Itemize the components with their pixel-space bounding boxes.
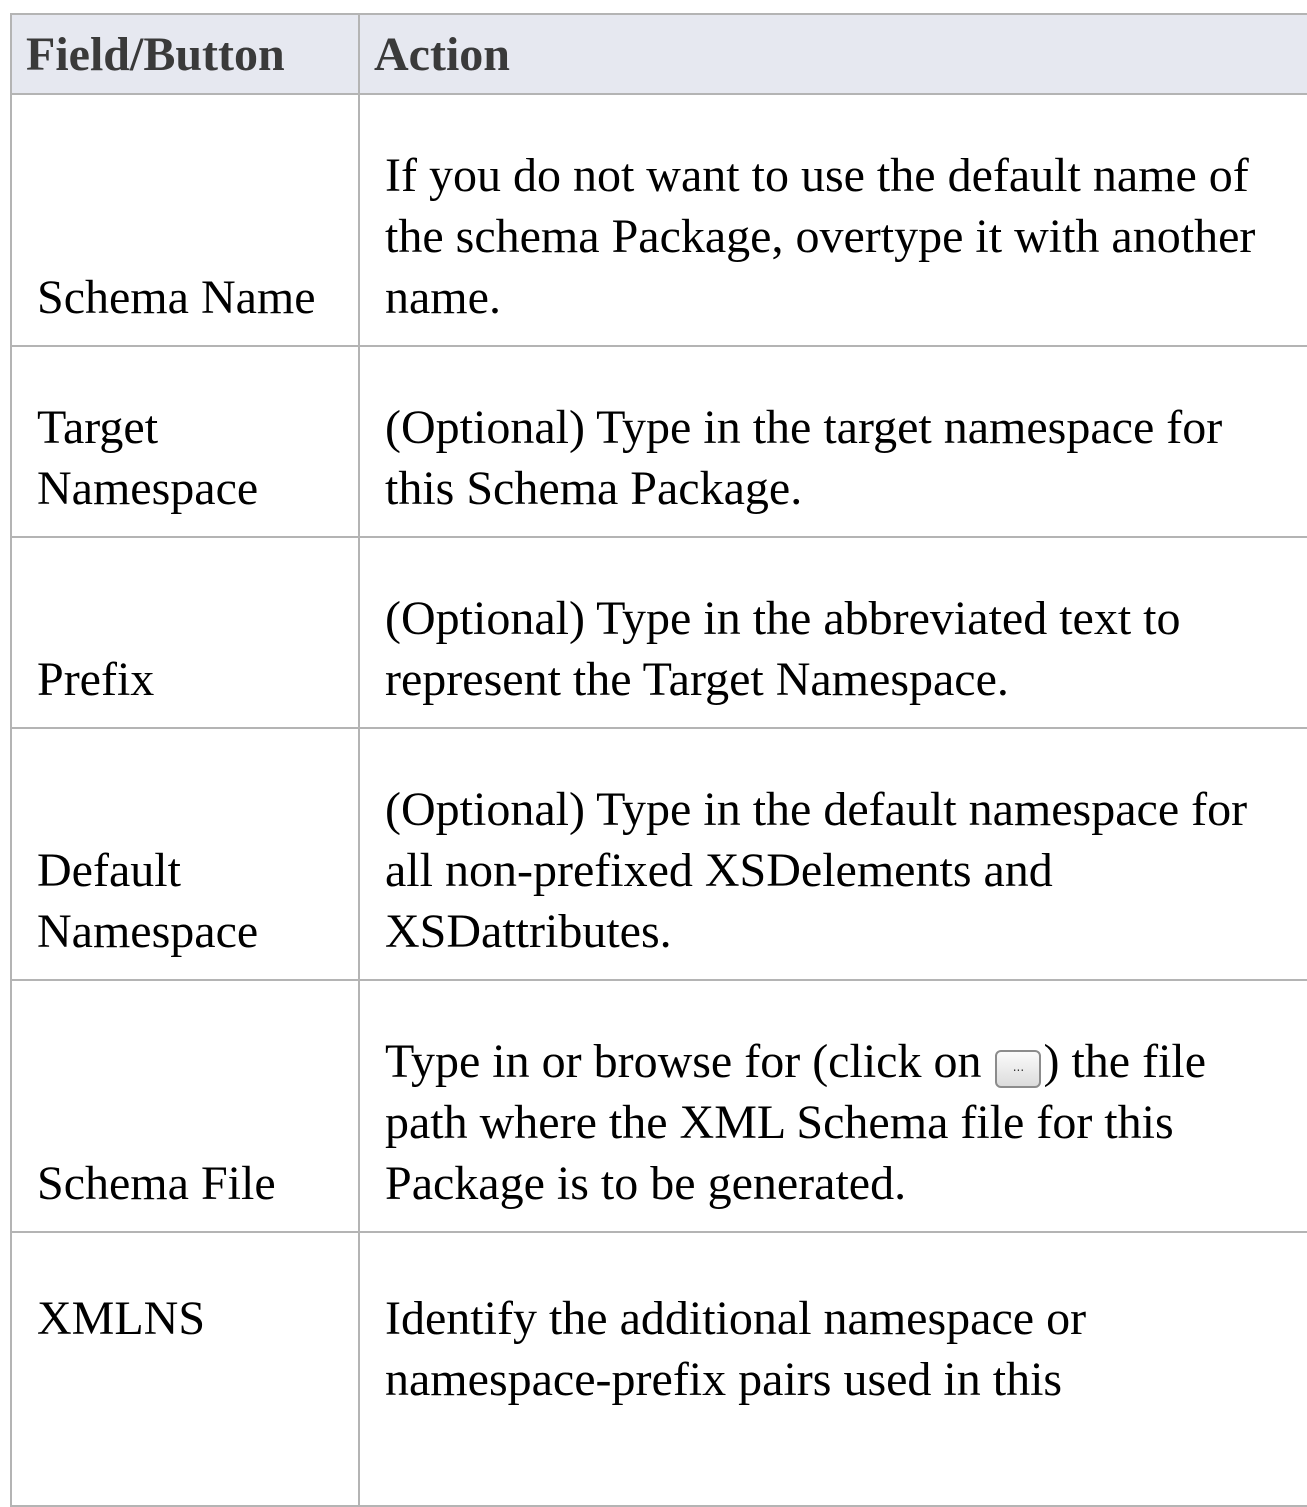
table-row: Schema File Type in or browse for (click… (10, 979, 1307, 1233)
action-cell: Identify the additional namespace or nam… (358, 1231, 1307, 1507)
table-header-row: Field/Button Action (10, 13, 1307, 95)
header-field-button: Field/Button (10, 13, 360, 95)
field-action-table: Field/Button Action Schema Name If you d… (10, 13, 1307, 1507)
action-cell: (Optional) Type in the default namespace… (358, 727, 1307, 981)
action-cell: (Optional) Type in the abbreviated text … (358, 536, 1307, 729)
table-row: Default Namespace (Optional) Type in the… (10, 727, 1307, 981)
field-cell: Schema Name (10, 93, 360, 347)
field-cell: XMLNS (10, 1231, 360, 1507)
field-cell: Schema File (10, 979, 360, 1233)
ellipsis-browse-icon: ... (995, 1050, 1042, 1088)
header-action: Action (358, 13, 1307, 95)
action-cell: If you do not want to use the default na… (358, 93, 1307, 347)
action-cell: Type in or browse for (click on ...) the… (358, 979, 1307, 1233)
action-text-before: Type in or browse for (click on (385, 1035, 994, 1088)
table-row: Schema Name If you do not want to use th… (10, 93, 1307, 347)
field-cell: Target Namespace (10, 345, 360, 538)
field-cell: Prefix (10, 536, 360, 729)
table-row: Target Namespace (Optional) Type in the … (10, 345, 1307, 538)
field-cell: Default Namespace (10, 727, 360, 981)
table-row: Prefix (Optional) Type in the abbreviate… (10, 536, 1307, 729)
table-row: XMLNS Identify the additional namespace … (10, 1231, 1307, 1507)
action-cell: (Optional) Type in the target namespace … (358, 345, 1307, 538)
